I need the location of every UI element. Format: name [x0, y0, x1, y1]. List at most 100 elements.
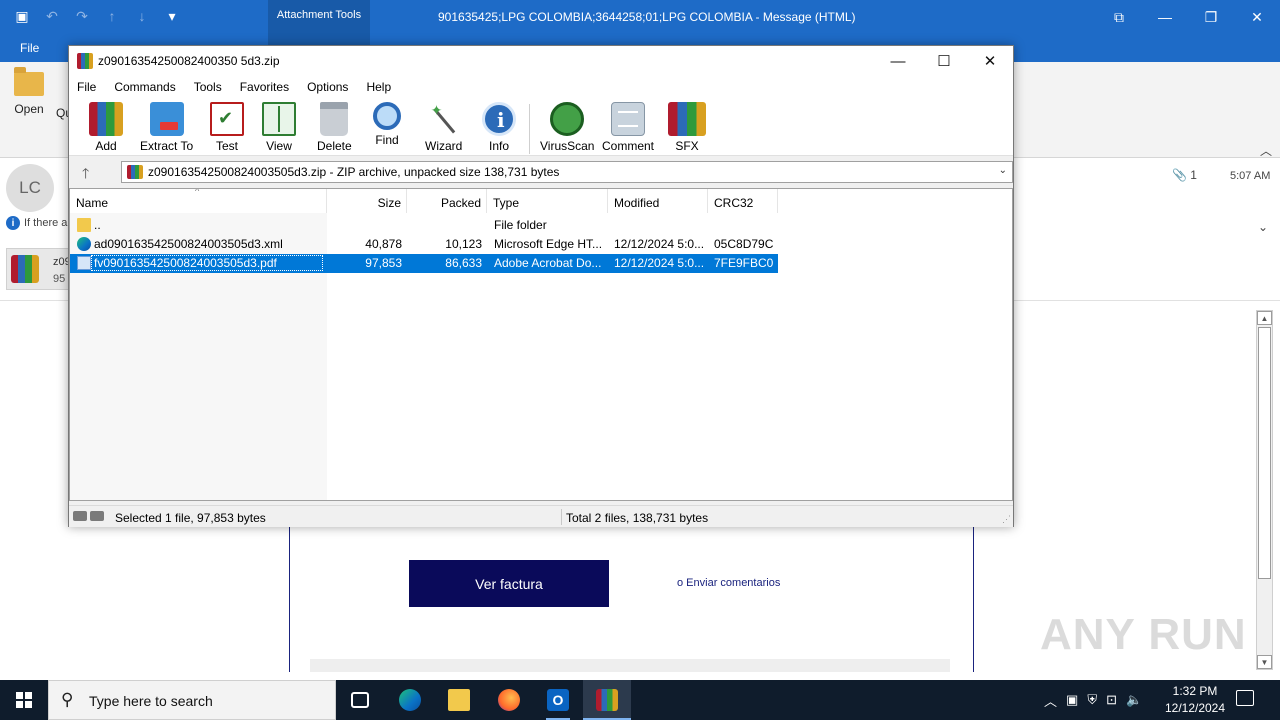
file-type: File folder [494, 218, 547, 232]
taskbar-edge[interactable] [386, 680, 434, 720]
archive-path-dropdown[interactable]: z090163542500824003505d3.zip - ZIP archi… [121, 161, 1013, 183]
scroll-down-icon[interactable]: ▼ [1257, 655, 1272, 669]
attachment-count[interactable]: 📎 1 [1172, 168, 1197, 182]
menu-tools[interactable]: Tools [193, 76, 229, 98]
file-name: fv090163542500824003505d3.pdf [91, 255, 323, 271]
open-attachment-button[interactable]: Open [8, 67, 50, 116]
notifications-icon[interactable] [1236, 690, 1254, 706]
start-button[interactable] [0, 680, 48, 720]
restore-icon[interactable]: ❐ [1188, 0, 1234, 34]
outlook-tray-icon[interactable]: ▣ [1066, 692, 1078, 708]
close-icon[interactable]: ✕ [1234, 0, 1280, 34]
chevron-down-icon[interactable]: ⌄ [1258, 220, 1268, 234]
list-item-selected[interactable]: fv090163542500824003505d3.pdf 97,853 86,… [70, 254, 778, 273]
attachment-size: 95 [53, 273, 66, 285]
scroll-up-icon[interactable]: ▲ [1257, 311, 1272, 325]
feedback-link[interactable]: o Enviar comentarios [677, 577, 780, 589]
ver-factura-button[interactable]: Ver factura [409, 560, 609, 607]
list-item[interactable]: ad090163542500824003505d3.xml 40,878 10,… [70, 235, 778, 254]
winrar-addressbar: 🡑 z090163542500824003505d3.zip - ZIP arc… [69, 158, 1013, 185]
column-name-label: Name [76, 196, 109, 210]
menu-favorites[interactable]: Favorites [239, 76, 296, 98]
tab-file[interactable]: File [20, 41, 39, 55]
file-type: Adobe Acrobat Do... [494, 256, 602, 270]
list-item[interactable]: .. File folder [70, 216, 778, 235]
open-label: Open [14, 102, 44, 116]
column-header-packed[interactable]: Packed [407, 189, 487, 213]
menu-file[interactable]: File [76, 76, 103, 98]
redo-icon[interactable]: ↷ [72, 6, 92, 26]
taskbar-outlook[interactable]: O [534, 680, 582, 720]
avatar[interactable]: LC [6, 164, 54, 212]
clock-time: 1:32 PM [1172, 684, 1218, 698]
task-view-button[interactable] [336, 680, 384, 720]
file-list[interactable]: Name ^ Size Packed Type Modified CRC32 .… [69, 188, 1013, 501]
taskbar-clock[interactable]: 1:32 PM 12/12/2024 [1160, 683, 1230, 717]
find-button[interactable]: Find [373, 102, 401, 147]
column-header-type[interactable]: Type [487, 189, 608, 213]
next-item-icon[interactable]: ↓ [132, 6, 152, 26]
search-icon: ⚲ [61, 690, 74, 709]
menu-commands[interactable]: Commands [113, 76, 182, 98]
volume-icon[interactable]: 🔈 [1126, 692, 1142, 708]
maximize-icon[interactable]: ☐ [921, 46, 967, 76]
previous-item-icon[interactable]: ↑ [102, 6, 122, 26]
security-icon[interactable]: ⛨ [1087, 692, 1097, 708]
close-icon[interactable]: ✕ [967, 46, 1013, 76]
winrar-toolbar: Add Extract To Test View Delete Find Wiz… [69, 98, 1013, 156]
extract-to-button[interactable]: Extract To [140, 102, 193, 153]
add-archive-icon [89, 102, 123, 136]
column-header-name[interactable]: Name ^ [70, 189, 327, 213]
minimize-icon[interactable]: — [875, 46, 921, 76]
view-button[interactable]: View [262, 102, 296, 153]
save-icon[interactable]: ▣ [12, 6, 32, 26]
winrar-statusbar: Selected 1 file, 97,853 bytes Total 2 fi… [69, 505, 1013, 527]
chevron-down-icon[interactable]: ⌄ [999, 165, 1007, 176]
scrollbar-thumb[interactable] [1258, 327, 1271, 579]
menu-help[interactable]: Help [365, 76, 398, 98]
attachment-tile[interactable]: z09 95 [6, 248, 71, 290]
test-label: Test [215, 139, 238, 153]
file-modified: 12/12/2024 5:0... [614, 237, 705, 251]
column-header-size[interactable]: Size [327, 189, 407, 213]
up-one-level-icon[interactable]: 🡑 [82, 163, 89, 187]
taskbar-winrar[interactable] [583, 680, 631, 720]
winrar-menubar: File Commands Tools Favorites Options He… [69, 76, 1013, 98]
collapse-ribbon-icon[interactable]: ︿ [1260, 142, 1272, 159]
sfx-button[interactable]: SFX [668, 102, 706, 153]
resize-grip-icon[interactable]: ⋰ [1002, 514, 1011, 525]
minimize-icon[interactable]: — [1142, 0, 1188, 34]
show-hidden-icons-icon[interactable]: ︿ [1044, 691, 1057, 710]
attachment-tools-context-tab[interactable]: Attachment Tools [268, 0, 370, 34]
attachment-count-value: 1 [1190, 168, 1197, 182]
winrar-window-title: z09016354250082400350 5d3.zip [98, 54, 280, 68]
customize-toolbar-icon[interactable]: ▾ [162, 6, 182, 26]
virusscan-button[interactable]: VirusScan [540, 102, 594, 153]
info-notice-text: If there a [24, 217, 68, 229]
delete-button[interactable]: Delete [317, 102, 352, 153]
column-header-crc32[interactable]: CRC32 [708, 189, 778, 213]
ribbon-display-options-icon[interactable]: ⧉ [1096, 0, 1142, 34]
extract-folder-icon [149, 102, 184, 136]
taskbar-file-explorer[interactable] [435, 680, 483, 720]
add-button[interactable]: Add [89, 102, 123, 153]
clock-date: 12/12/2024 [1164, 701, 1226, 715]
email-footer-strip [310, 659, 950, 672]
info-button[interactable]: Info [482, 102, 516, 153]
network-icon[interactable]: ⊡ [1106, 692, 1117, 708]
wizard-button[interactable]: Wizard [425, 102, 462, 153]
column-header-modified[interactable]: Modified [608, 189, 708, 213]
taskbar-search-box[interactable]: ⚲ Type here to search [48, 680, 336, 720]
magic-wand-icon [427, 102, 461, 136]
reading-pane-scrollbar[interactable]: ▲ ▼ [1256, 310, 1273, 670]
edge-icon [399, 689, 421, 711]
wizard-label: Wizard [425, 139, 463, 153]
taskbar-firefox[interactable] [485, 680, 533, 720]
key-icon[interactable] [90, 511, 104, 521]
menu-options[interactable]: Options [306, 76, 355, 98]
email-body-frame [289, 526, 974, 672]
test-button[interactable]: Test [210, 102, 244, 153]
undo-icon[interactable]: ↶ [42, 6, 62, 26]
virusscan-label: VirusScan [540, 139, 595, 153]
comment-button[interactable]: Comment [602, 102, 654, 153]
